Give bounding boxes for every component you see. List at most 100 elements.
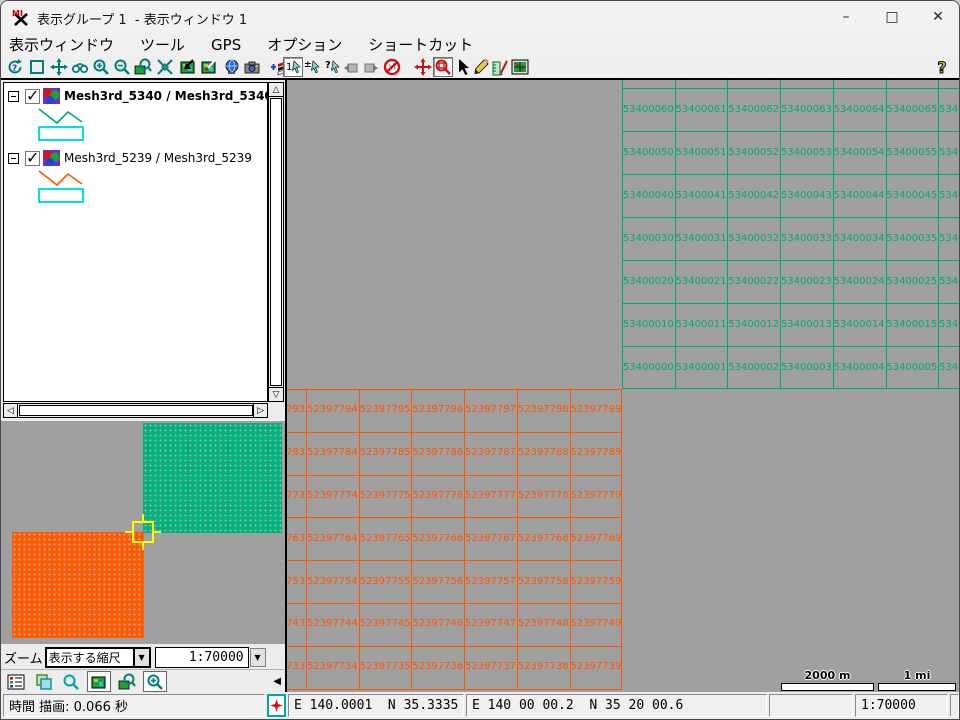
mesh-cell-label: 53400063 [780, 103, 833, 117]
help-icon[interactable]: ? [933, 57, 951, 77]
layer-manager-icon[interactable] [32, 671, 56, 692]
layer-checkbox[interactable]: ✓ [25, 89, 40, 104]
zoom-scale-dropdown-icon[interactable]: ▼ [250, 648, 266, 667]
zoom-layer-icon[interactable] [133, 57, 153, 77]
mesh-cell-label: 53400024 [833, 275, 886, 289]
menu-item-2[interactable]: ツール [140, 34, 185, 55]
mesh-cell-label: 52397745 [359, 617, 412, 631]
mesh-cell-label: 53400056 [938, 146, 960, 160]
element-next-icon[interactable] [361, 57, 381, 77]
mesh-cell-label: 53400010 [622, 318, 675, 332]
hscroll-thumb[interactable] [19, 405, 253, 416]
mesh-cell-label: 53400066 [938, 103, 960, 117]
mesh-cell-label: 52397744 [306, 617, 359, 631]
layer-item-2[interactable]: ✓ Mesh3rd_5239 / Mesh3rd_5239 [4, 145, 267, 203]
layer-item-1[interactable]: ✓ Mesh3rd_5340 / Mesh3rd_5340 [4, 83, 267, 141]
layer-tree[interactable]: ✓ Mesh3rd_5340 / Mesh3rd_5340 ✓ [3, 82, 268, 402]
zoom-mode-value: 表示する縮尺 [47, 649, 133, 666]
zoom-inout-tool-icon[interactable]: ± [302, 57, 322, 77]
mesh-cell-label: 53400053 [780, 146, 833, 160]
minimize-button[interactable]: – [823, 1, 869, 33]
mesh-cell-label: 53400026 [938, 275, 960, 289]
layer-symbols [36, 106, 96, 141]
menu-item-1[interactable]: 表示ウィンドウ [9, 34, 114, 55]
coordinate-decimal-status: E 140.0001 N 35.3335 [288, 694, 464, 717]
layer-tree-vscrollbar[interactable]: △ ▽ [268, 82, 284, 402]
sketch-tool-icon[interactable] [471, 57, 491, 77]
magnify-icon[interactable] [59, 671, 83, 692]
polygon-symbol [38, 126, 84, 141]
zoom-mode-select[interactable]: 表示する縮尺 ▼ [45, 647, 151, 668]
zoom-mode-dropdown-icon[interactable]: ▼ [133, 649, 149, 666]
overview-map[interactable] [1, 421, 285, 644]
mesh-cell-label: 52397739 [569, 660, 622, 674]
legend-icon[interactable] [4, 671, 28, 692]
select-tool-1-icon[interactable]: 1 [283, 57, 303, 77]
layer-style-icon[interactable] [199, 57, 219, 77]
expand-icon[interactable] [8, 153, 19, 164]
menu-item-5[interactable]: ショートカット [368, 34, 473, 55]
mesh-cell-label: 53400006 [938, 361, 960, 375]
measure-tool-icon[interactable] [491, 57, 511, 77]
mesh-cell-label: 52397779 [569, 489, 622, 503]
mesh-cell-label: 53400045 [885, 189, 938, 203]
main-toolbar: ? ? 1±? [1, 56, 960, 78]
gps-position-button[interactable] [267, 694, 286, 717]
info-tool-icon[interactable]: ? [322, 57, 342, 77]
mesh-cell-label: 53400054 [833, 146, 886, 160]
snapshot-icon[interactable] [242, 57, 262, 77]
svg-text:?: ? [325, 60, 331, 71]
expand-icon[interactable] [8, 91, 19, 102]
previous-view-icon[interactable] [178, 57, 198, 77]
zoom-group-icon[interactable] [115, 671, 139, 692]
mesh-cell-label: 53400013 [780, 318, 833, 332]
mesh-cell-label: 52397798 [517, 403, 570, 417]
zoom-out-icon[interactable] [112, 57, 132, 77]
mesh-cell-label: 53400000 [622, 361, 675, 375]
layer-label: Mesh3rd_5340 / Mesh3rd_5340 [64, 89, 268, 103]
mesh-cell-label: 52397755 [359, 575, 412, 589]
internet-icon[interactable] [221, 57, 241, 77]
close-button[interactable]: ✕ [915, 1, 960, 33]
no-tool-icon[interactable] [382, 57, 402, 77]
coordinate-dms-status: E 140 00 00.2 N 35 20 00.6 [466, 694, 767, 717]
grid-line [287, 475, 622, 476]
layer-checkbox[interactable]: ✓ [25, 151, 40, 166]
show-group-icon[interactable] [87, 671, 111, 692]
status-bar: 時間 描画: 0.066 秒 E 140.0001 N 35.3335 E 14… [1, 692, 960, 719]
element-previous-icon[interactable] [341, 57, 361, 77]
scroll-up-icon[interactable]: △ [269, 83, 283, 97]
grid-line [622, 88, 960, 89]
mesh-cell-label: 52397783 [287, 446, 306, 460]
pan-tool-icon[interactable] [413, 57, 433, 77]
mesh-cell-label: 53400002 [727, 361, 780, 375]
mesh-cell-label: 52397743 [287, 617, 306, 631]
redraw-icon[interactable]: ? [5, 57, 25, 77]
georeference-icon[interactable] [510, 57, 530, 77]
menu-item-3[interactable]: GPS [211, 36, 241, 54]
full-view-icon[interactable] [27, 57, 47, 77]
scroll-down-icon[interactable]: ▽ [269, 387, 283, 401]
layer-tree-hscrollbar[interactable]: ◁ ▷ [3, 403, 268, 418]
pointer-tool-icon[interactable] [453, 57, 473, 77]
scroll-left-icon[interactable]: ◁ [4, 404, 18, 417]
locate-icon[interactable] [70, 57, 90, 77]
cursor-tick-top [142, 514, 144, 521]
grid-line [287, 646, 622, 647]
pan-icon[interactable] [49, 57, 69, 77]
collapse-panel-icon[interactable]: ◀ [273, 676, 281, 687]
zoom-box-tool-icon[interactable] [433, 57, 453, 77]
zoom-in-icon[interactable] [91, 57, 111, 77]
scroll-right-icon[interactable]: ▷ [253, 404, 267, 417]
zoom-label: ズーム [4, 648, 43, 667]
menu-item-4[interactable]: オプション [267, 34, 342, 55]
zoom-in-1x-icon[interactable] [143, 671, 167, 692]
overview-view-cursor[interactable] [132, 521, 154, 543]
mesh-cell-label: 53400011 [675, 318, 728, 332]
map-view[interactable]: 5340006053400061534000625340006353400064… [287, 80, 960, 692]
maximize-button[interactable]: □ [869, 1, 915, 33]
zoom-extents-icon[interactable] [155, 57, 175, 77]
vscroll-thumb[interactable] [270, 98, 282, 386]
mesh-cell-label: 53400034 [833, 232, 886, 246]
zoom-scale-select[interactable]: 1:70000 [155, 647, 249, 668]
